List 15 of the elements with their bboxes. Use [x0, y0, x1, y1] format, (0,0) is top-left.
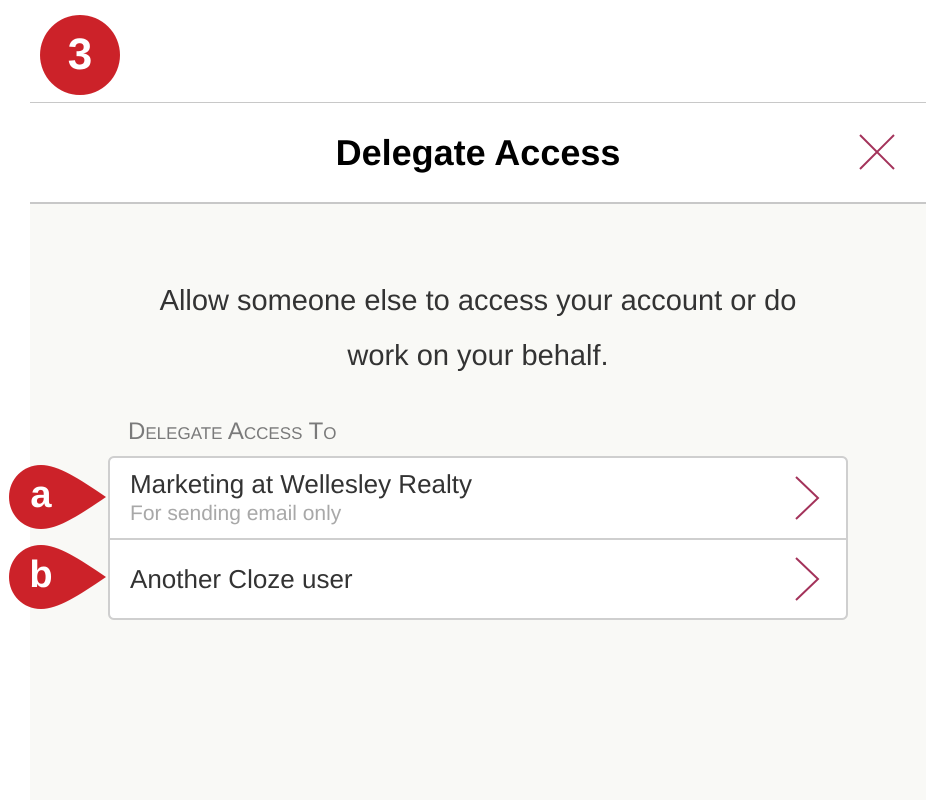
- step-badge: 3: [40, 15, 120, 95]
- option-subtitle: For sending email only: [130, 501, 342, 527]
- close-icon: [859, 134, 895, 170]
- chevron-right-icon: [794, 556, 820, 602]
- option-title: Another Cloze user: [130, 563, 353, 595]
- close-button[interactable]: [858, 133, 896, 171]
- dialog-title: Delegate Access: [336, 130, 620, 175]
- callout-marker: a: [8, 464, 108, 530]
- section-label: Delegate Access To: [127, 417, 338, 447]
- option-title: Marketing at Wellesley Realty: [130, 468, 472, 500]
- description-text: Allow someone else to access your account or do work on your behalf.: [158, 284, 798, 374]
- delegate-option[interactable]: Marketing at Wellesley Realty For sending email only: [110, 458, 846, 538]
- chevron-right-icon: [794, 475, 820, 521]
- delegate-option[interactable]: Another Cloze user: [110, 538, 846, 618]
- callout-marker: b: [8, 544, 108, 610]
